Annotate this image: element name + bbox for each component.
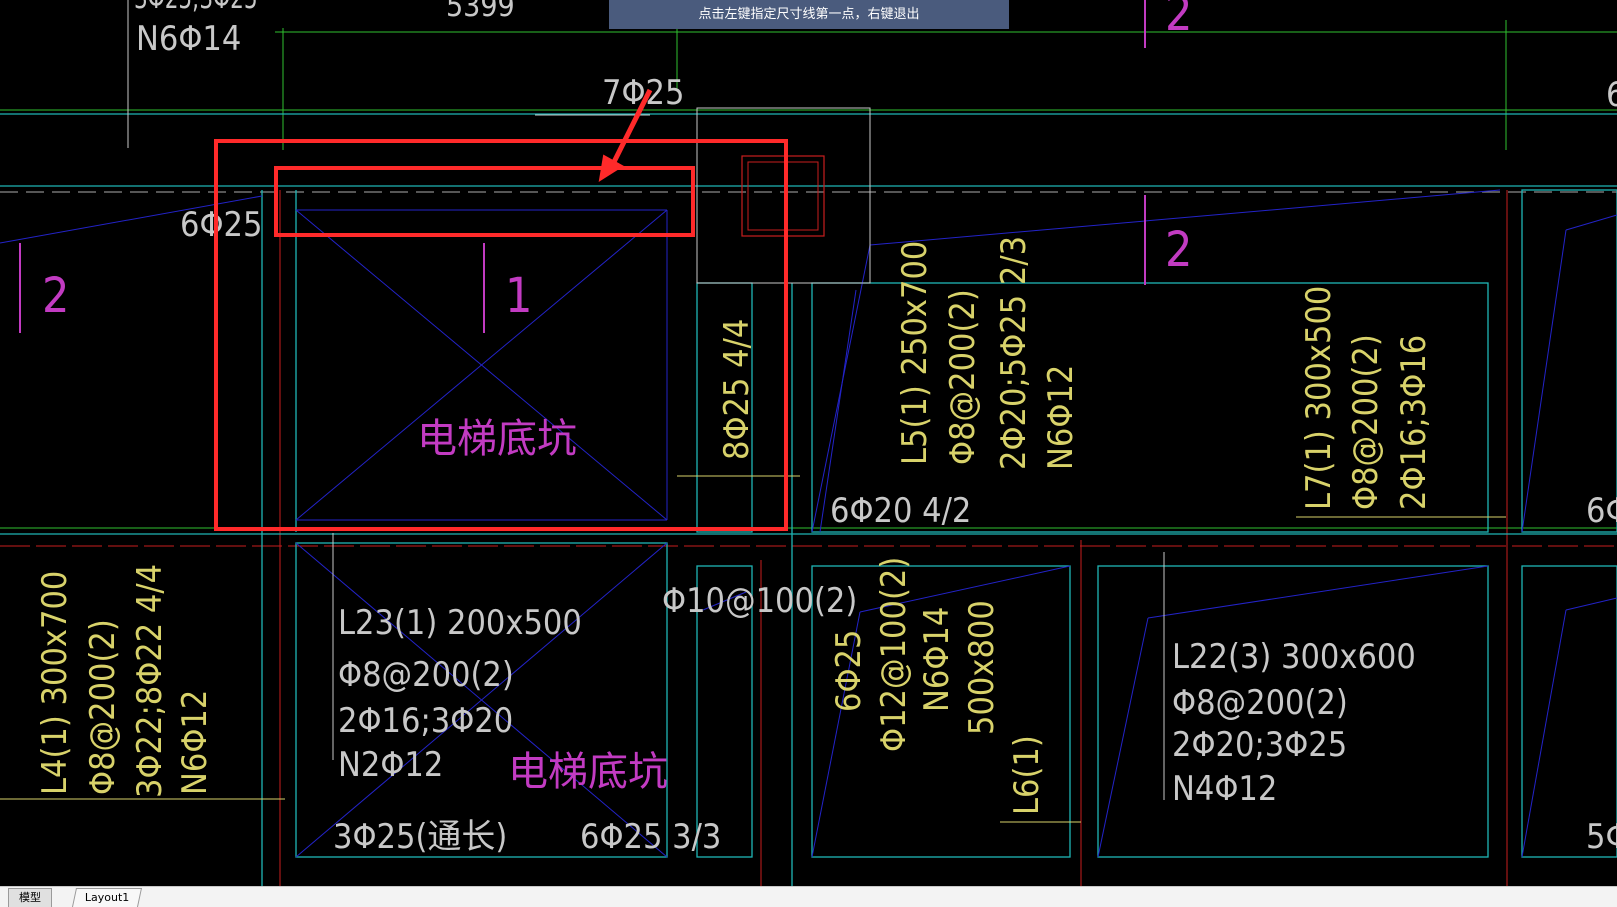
text-3phi25: 3Φ25(通长)	[333, 817, 507, 857]
text-L4-4: N6Φ12	[175, 690, 215, 795]
section-label-2a: 2	[42, 268, 69, 324]
text-col-1: 6Φ25	[829, 630, 869, 712]
text-L23-3: 2Φ16;3Φ20	[338, 701, 513, 741]
elevator-pit-label-2: 电梯底坑	[508, 749, 668, 795]
column-box	[696, 107, 871, 284]
text-top-dim: 5399	[446, 0, 515, 24]
text-L5-3: 2Φ20;5Φ25 2/3	[994, 236, 1034, 470]
text-6phi20: 6Φ20 4/2	[830, 491, 971, 531]
text-L6: L6(1)	[1007, 735, 1047, 815]
text-L4-3: 3Φ22;8Φ22 4/4	[130, 564, 170, 798]
highlight-arrow-head	[598, 154, 624, 183]
tab-model[interactable]: 模型	[8, 888, 52, 907]
annotations: 3Φ25;3Φ25 N6Φ14 5399 7Φ25 6Φ25 2 1 2 2 电…	[35, 0, 1617, 857]
section-label-1: 1	[505, 268, 532, 324]
text-col-4: 500x800	[962, 600, 1002, 735]
text-6-right: 6Φ	[1586, 491, 1617, 531]
blue-lines	[0, 189, 1617, 858]
text-6phi25-33: 6Φ25 3/3	[580, 817, 721, 857]
text-col-2: Φ12@100(2)	[874, 557, 914, 752]
text-L4-1: L4(1) 300x700	[35, 571, 75, 795]
text-L23-4: N2Φ12	[338, 745, 443, 785]
text-L5-1: L5(1) 250x700	[895, 241, 935, 465]
text-L7-2: Φ8@200(2)	[1346, 334, 1386, 510]
text-L4-2: Φ8@200(2)	[83, 619, 123, 795]
text-L5-4: N6Φ12	[1041, 365, 1081, 470]
cad-drawing-canvas[interactable]: 3Φ25;3Φ25 N6Φ14 5399 7Φ25 6Φ25 2 1 2 2 电…	[0, 0, 1617, 886]
red-axis-lines	[0, 190, 1617, 886]
text-col-3: N6Φ14	[917, 607, 957, 712]
text-L5-2: Φ8@200(2)	[943, 289, 983, 465]
text-8phi25: 8Φ25 4/4	[717, 319, 757, 460]
text-top-left-2: N6Φ14	[136, 19, 241, 59]
text-6phi25-left: 6Φ25	[180, 205, 262, 245]
text-L23-1: L23(1) 200x500	[338, 603, 582, 643]
elevator-pit-label-1: 电梯底坑	[417, 416, 577, 462]
text-L22-4: N4Φ12	[1172, 769, 1277, 809]
text-L22-3: 2Φ20;3Φ25	[1172, 725, 1347, 765]
highlight-outer-box	[214, 139, 788, 531]
highlight-annotations	[214, 88, 788, 531]
section-label-2b: 2	[1165, 222, 1192, 278]
text-top-left-1: 3Φ25;3Φ25	[134, 0, 258, 16]
tab-layout1-label: Layout1	[84, 891, 130, 904]
tab-layout1[interactable]: Layout1	[71, 888, 143, 907]
section-label-2c: 2	[1165, 0, 1192, 42]
text-L7-1: L7(1) 300x500	[1299, 286, 1339, 510]
text-phi10: Φ10@100(2)	[662, 581, 857, 621]
text-5-right: 5Φ	[1586, 817, 1617, 857]
text-L22-2: Φ8@200(2)	[1172, 683, 1348, 723]
text-L22-1: L22(3) 300x600	[1172, 637, 1416, 677]
text-6-topright: 6	[1606, 75, 1617, 115]
layout-tab-bar: 模型 Layout1	[0, 886, 1617, 907]
command-prompt-bar: 点击左键指定尺寸线第一点，右键退出	[609, 0, 1009, 29]
highlight-inner-box	[274, 166, 695, 237]
text-L23-2: Φ8@200(2)	[338, 655, 514, 695]
text-L7-3: 2Φ16;3Φ16	[1394, 335, 1434, 510]
